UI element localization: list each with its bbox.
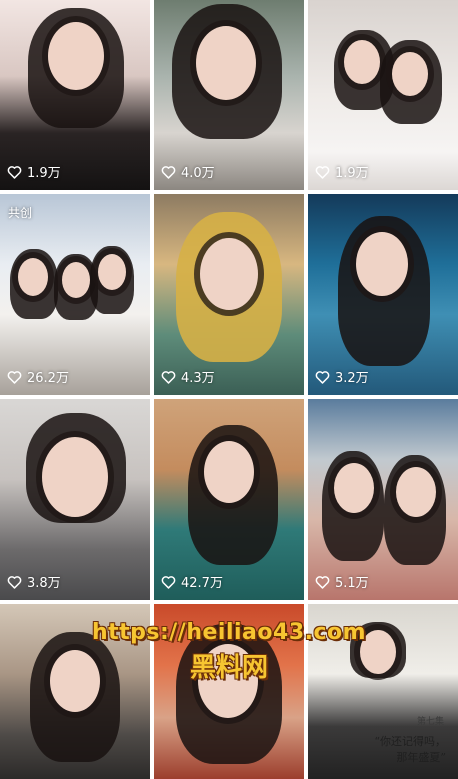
co-creation-badge: 共创 [8,206,33,220]
video-thumbnail [0,399,150,600]
video-tile[interactable]: 第七集 “你还记得吗， 那年盛夏” [308,604,458,779]
like-count-text: 42.7万 [181,576,223,591]
video-thumbnail [0,194,150,395]
video-tile[interactable]: 4.0万 [154,0,304,190]
like-count-text: 1.9万 [27,166,61,181]
quote-line-1: “你还记得吗， [374,735,446,749]
quote-line-2: 那年盛夏” [396,750,446,764]
like-count-text: 3.2万 [335,371,369,386]
video-tile[interactable]: 42.7万 [154,399,304,600]
video-tile[interactable]: 5.1万 [308,399,458,600]
like-count-text: 26.2万 [27,371,69,386]
video-tile[interactable] [0,604,150,779]
heart-outline-icon [161,575,176,589]
like-count: 5.1万 [315,572,369,591]
video-tile[interactable]: 1.9万 [0,0,150,190]
heart-outline-icon [161,370,176,384]
like-count-text: 3.8万 [27,576,61,591]
like-count: 3.8万 [7,572,61,591]
like-count-text: 5.1万 [335,576,369,591]
like-count-text: 4.0万 [181,166,215,181]
video-tile[interactable]: 1.9万 [308,0,458,190]
video-thumbnail [154,399,304,600]
like-count: 26.2万 [7,367,69,386]
heart-outline-icon [161,165,176,179]
episode-label: 第七集 [416,717,444,727]
video-thumbnail [154,604,304,779]
heart-outline-icon [7,370,22,384]
video-grid: 1.9万 4.0万 1.9万 共创 26.2万 4.3万 3.2万 3.8万 4… [0,0,458,779]
heart-outline-icon [315,370,330,384]
video-tile[interactable]: 3.2万 [308,194,458,395]
heart-outline-icon [7,575,22,589]
video-thumbnail [308,399,458,600]
video-thumbnail [0,604,150,779]
video-thumbnail [308,194,458,395]
like-count-text: 1.9万 [335,166,369,181]
like-count: 1.9万 [315,162,369,181]
like-count: 4.3万 [161,367,215,386]
like-count: 1.9万 [7,162,61,181]
video-tile[interactable] [154,604,304,779]
video-thumbnail [154,194,304,395]
like-count: 42.7万 [161,572,223,591]
video-tile[interactable]: 3.8万 [0,399,150,600]
quote-caption: “你还记得吗， 那年盛夏” [374,734,446,765]
heart-outline-icon [315,165,330,179]
like-count-text: 4.3万 [181,371,215,386]
heart-outline-icon [315,575,330,589]
like-count: 4.0万 [161,162,215,181]
heart-outline-icon [7,165,22,179]
video-tile[interactable]: 共创 26.2万 [0,194,150,395]
video-tile[interactable]: 4.3万 [154,194,304,395]
like-count: 3.2万 [315,367,369,386]
